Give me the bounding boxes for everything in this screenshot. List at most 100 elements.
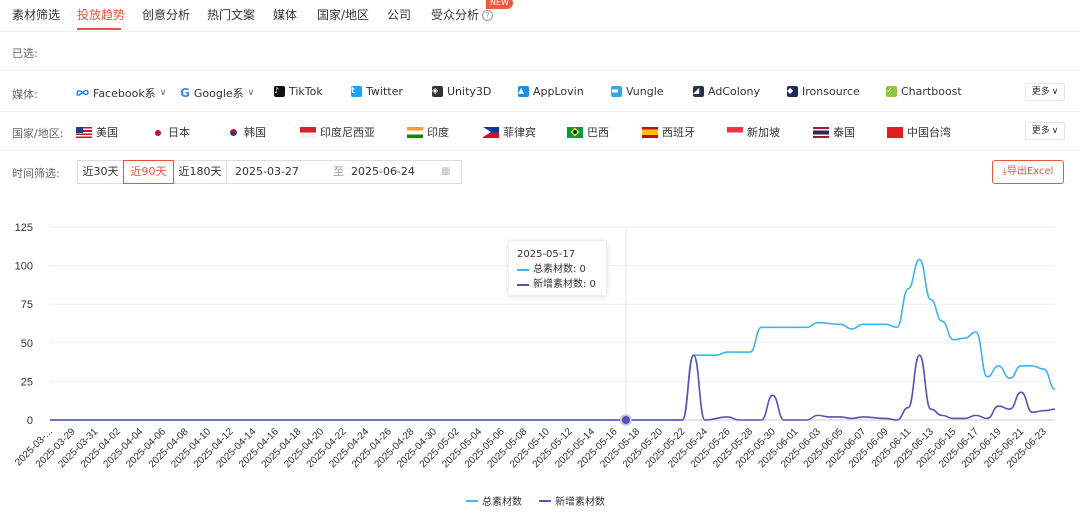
date-range-picker[interactable]: 2025-03-27 至 2025-06-24 ▦	[226, 160, 462, 184]
country-item-taiwan[interactable]: 中国台湾	[887, 124, 951, 140]
country-item-label: 西班牙	[662, 126, 695, 139]
y-tick-label: 125	[15, 222, 33, 234]
media-item-label: Google系	[193, 87, 244, 100]
x-tick-label: 2025-05-20	[621, 426, 665, 470]
calendar-icon: ▦	[441, 166, 451, 177]
x-tick-label: 2025-06-17	[937, 426, 981, 470]
time-option-90d[interactable]: 近90天	[123, 160, 174, 184]
x-tick-label: 2025-05-30	[734, 426, 778, 470]
date-separator: 至	[333, 165, 344, 178]
media-item-label: AppLovin	[533, 85, 584, 98]
country-item-singapore[interactable]: 新加坡	[727, 124, 780, 140]
country-item-brazil[interactable]: 巴西	[567, 124, 609, 140]
country-item-korea[interactable]: 韩国	[226, 124, 266, 140]
x-tick-label: 2025-06-09	[847, 426, 891, 470]
country-item-label: 美国	[96, 126, 118, 139]
tooltip-date: 2025-05-17	[517, 249, 576, 260]
country-item-label: 菲律宾	[503, 126, 536, 139]
x-tick-label: 2025-04-28	[373, 426, 417, 470]
media-item-twitter[interactable]: t Twitter	[351, 85, 403, 98]
time-option-180d[interactable]: 近180天	[173, 160, 227, 184]
legend-item-total[interactable]: 总素材数	[466, 493, 522, 508]
tab-hot-copy[interactable]: 热门文案	[207, 6, 255, 23]
taiwan-flag-icon	[887, 126, 903, 138]
country-label: 国家/地区:	[12, 127, 64, 140]
media-item-tiktok[interactable]: ♪ TikTok	[274, 85, 323, 98]
chevron-down-icon: ∨	[1051, 126, 1059, 136]
philippines-flag-icon	[483, 126, 499, 138]
tab-material-filter[interactable]: 素材筛选	[12, 6, 60, 23]
media-item-ironsource[interactable]: ◆ Ironsource	[787, 85, 860, 98]
x-tick-label: 2025-04-22	[305, 426, 349, 470]
legend-item-new[interactable]: 新增素材数	[539, 493, 605, 508]
legend-swatch	[539, 499, 551, 502]
media-label: 媒体:	[12, 88, 38, 101]
media-item-adcolony[interactable]: ◢ AdColony	[693, 85, 760, 98]
country-item-us[interactable]: 美国	[76, 124, 118, 140]
media-more-button[interactable]: 更多 ∨	[1025, 83, 1065, 101]
x-tick-label: 2025-04-20	[282, 426, 326, 470]
media-item-chartboost[interactable]: ✓ Chartboost	[886, 85, 962, 98]
y-tick-label: 50	[21, 338, 33, 350]
country-item-spain[interactable]: 西班牙	[642, 124, 695, 140]
country-item-philippines[interactable]: 菲律宾	[483, 124, 536, 140]
media-item-unity3d[interactable]: ◈ Unity3D	[432, 85, 491, 98]
chevron-down-icon: ∨	[1051, 87, 1059, 97]
media-item-facebook[interactable]: Facebook系 ∨	[76, 85, 166, 101]
x-tick-label: 2025-03-...	[13, 426, 55, 468]
country-item-label: 印度尼西亚	[320, 126, 375, 139]
indonesia-flag-icon	[300, 126, 316, 138]
legend-swatch	[466, 499, 478, 502]
y-tick-label: 75	[21, 299, 33, 311]
tab-creative-analysis[interactable]: 创意分析	[142, 6, 190, 23]
tab-company[interactable]: 公司	[387, 6, 411, 23]
media-item-vungle[interactable]: ▬ Vungle	[611, 85, 664, 98]
media-item-label: Chartboost	[901, 85, 962, 98]
x-tick-label: 2025-05-12	[531, 426, 575, 470]
country-item-india[interactable]: 印度	[407, 124, 449, 140]
time-option-30d[interactable]: 近30天	[77, 160, 124, 184]
selected-label: 已选:	[12, 47, 38, 60]
y-tick-label: 100	[15, 261, 33, 273]
x-tick-label: 2025-05-24	[666, 426, 710, 470]
tab-ad-trend[interactable]: 投放趋势	[77, 6, 125, 23]
country-item-label: 泰国	[833, 126, 855, 139]
country-item-label: 巴西	[587, 126, 609, 139]
us-flag-icon	[76, 126, 92, 138]
legend-swatch	[517, 283, 529, 286]
media-item-label: Vungle	[626, 85, 664, 98]
y-tick-label: 25	[21, 376, 33, 388]
x-tick-label: 2025-04-06	[124, 426, 168, 470]
hover-point-marker	[619, 414, 632, 426]
vungle-icon: ▬	[611, 86, 622, 97]
x-tick-label: 2025-04-10	[169, 426, 213, 470]
export-excel-button[interactable]: ⤓导出Excel	[992, 160, 1064, 184]
country-item-japan[interactable]: 日本	[152, 124, 190, 140]
end-date-input[interactable]: 2025-06-24	[351, 161, 415, 183]
tab-media[interactable]: 媒体	[273, 6, 297, 23]
applovin-icon: ▲	[518, 86, 529, 97]
media-item-google[interactable]: G Google系 ∨	[180, 85, 254, 101]
x-tick-label: 2025-06-01	[756, 426, 800, 470]
country-more-button[interactable]: 更多 ∨	[1025, 122, 1065, 140]
thailand-flag-icon	[813, 126, 829, 138]
country-item-thailand[interactable]: 泰国	[813, 124, 855, 140]
tab-audience-analysis[interactable]: 受众分析?	[431, 6, 494, 23]
media-item-applovin[interactable]: ▲ AppLovin	[518, 85, 584, 98]
country-item-label: 中国台湾	[907, 126, 951, 139]
more-label: 更多	[1031, 87, 1050, 97]
start-date-input[interactable]: 2025-03-27	[235, 161, 299, 183]
country-item-indonesia[interactable]: 印度尼西亚	[300, 124, 375, 140]
divider	[0, 150, 1080, 151]
ironsource-icon: ◆	[787, 86, 798, 97]
media-item-label: AdColony	[708, 85, 760, 98]
x-tick-label: 2025-05-04	[440, 426, 484, 470]
x-tick-label: 2025-05-06	[463, 426, 507, 470]
divider	[0, 70, 1080, 71]
x-tick-label: 2025-06-21	[982, 426, 1026, 470]
x-tick-label: 2025-04-14	[214, 426, 258, 470]
media-item-label: TikTok	[289, 85, 323, 98]
tooltip-row-total: 总素材数: 0	[517, 262, 598, 277]
tiktok-icon: ♪	[274, 86, 285, 97]
tab-country-region[interactable]: 国家/地区	[317, 6, 369, 23]
